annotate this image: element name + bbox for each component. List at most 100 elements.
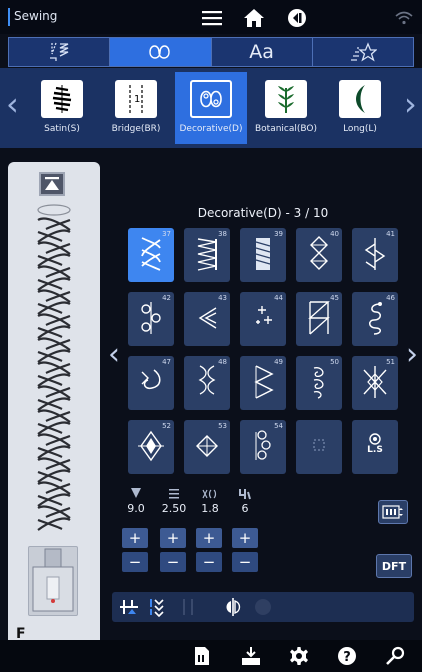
thread-settings-button[interactable] bbox=[378, 500, 408, 524]
stitch-cell[interactable]: 44 bbox=[240, 292, 286, 346]
grid-next-page-icon[interactable]: › bbox=[406, 340, 418, 370]
braid-link bbox=[37, 481, 71, 495]
braid-stitch-preview[interactable] bbox=[32, 204, 76, 536]
chevron-right-icon[interactable]: › bbox=[404, 88, 417, 120]
stitch-cell[interactable]: 51 bbox=[352, 356, 398, 410]
stitch-cell[interactable]: 48 bbox=[184, 356, 230, 410]
stitch-cell[interactable]: 40 bbox=[296, 228, 342, 282]
needle-position-icon[interactable] bbox=[118, 597, 140, 617]
my-stitch-icon bbox=[350, 42, 377, 62]
stitch-cell[interactable]: 38 bbox=[184, 228, 230, 282]
tab-my-stitches[interactable] bbox=[313, 38, 413, 66]
braid-link bbox=[37, 289, 71, 303]
stitch-cell[interactable]: 43 bbox=[184, 292, 230, 346]
stitch-length-plus-button[interactable]: + bbox=[160, 528, 186, 548]
category-tabs: Aa bbox=[8, 37, 414, 67]
stitch-tool-row bbox=[112, 592, 414, 622]
arrow-feather-stitch-icon bbox=[364, 238, 386, 270]
arrow-left-stitch-icon bbox=[198, 307, 217, 329]
stitch-width-minus-button[interactable]: − bbox=[122, 552, 148, 572]
tension-minus-button[interactable]: − bbox=[232, 552, 258, 572]
braid-link bbox=[37, 517, 71, 531]
help-icon[interactable]: ? bbox=[336, 646, 358, 666]
stitch-width-plus-button[interactable]: + bbox=[122, 528, 148, 548]
stitch-length-value: 2.50 bbox=[161, 502, 187, 515]
braid-link bbox=[37, 217, 71, 231]
braid-link bbox=[37, 265, 71, 279]
braid-link bbox=[37, 325, 71, 339]
svg-text:?: ? bbox=[343, 650, 351, 665]
stitch-cell[interactable]: 42 bbox=[128, 292, 174, 346]
braid-link bbox=[37, 301, 71, 315]
stitch-cell[interactable]: L.S bbox=[352, 420, 398, 474]
stitch-cell[interactable]: 50 bbox=[296, 356, 342, 410]
braid-link bbox=[37, 505, 71, 519]
braid-link bbox=[37, 397, 71, 411]
bottom-bar: ? bbox=[0, 640, 422, 672]
stitch-density-minus-button[interactable]: − bbox=[196, 552, 222, 572]
braid-link bbox=[37, 421, 71, 435]
tension-plus-button[interactable]: + bbox=[232, 528, 258, 548]
stitch-width-value: 9.0 bbox=[127, 502, 145, 515]
top-bar: Sewing bbox=[0, 0, 422, 34]
braid-link bbox=[37, 373, 71, 387]
subcat-botanical[interactable]: Botanical(BO) bbox=[250, 72, 322, 144]
tension-value: 6 bbox=[241, 502, 249, 515]
alphabet-label: Aa bbox=[249, 41, 274, 63]
braid-link bbox=[37, 385, 71, 399]
stitch-cell[interactable]: 41 bbox=[352, 228, 398, 282]
tab-alphabet[interactable]: Aa bbox=[212, 38, 313, 66]
stitch-density-plus-button[interactable]: + bbox=[196, 528, 222, 548]
sparkle-stitch-icon bbox=[256, 306, 272, 324]
tab-utility-stitches[interactable] bbox=[9, 38, 111, 66]
decorative-category-icon bbox=[190, 80, 232, 118]
tab-decorative-stitches[interactable] bbox=[110, 38, 212, 66]
stitch-cell[interactable]: 47 bbox=[128, 356, 174, 410]
wifi-icon bbox=[394, 8, 414, 28]
subcat-long[interactable]: Long(L) bbox=[324, 72, 396, 144]
stitch-preview-panel: F bbox=[8, 162, 100, 648]
back-icon[interactable] bbox=[286, 8, 308, 28]
memory-icon[interactable] bbox=[192, 646, 212, 666]
subcat-label: Satin(S) bbox=[44, 124, 80, 134]
wrench-icon[interactable] bbox=[384, 646, 406, 666]
stitch-cell[interactable]: 54 bbox=[240, 420, 286, 474]
scroll-stitch-icon bbox=[141, 302, 161, 334]
scroll-top-icon bbox=[45, 177, 59, 190]
braid-link bbox=[37, 349, 71, 363]
stitch-cell[interactable]: 46 bbox=[352, 292, 398, 346]
triple-curl-stitch-icon bbox=[255, 430, 271, 460]
stitch-cell[interactable]: 45 bbox=[296, 292, 342, 346]
download-icon[interactable] bbox=[240, 646, 262, 666]
settings-icon[interactable] bbox=[288, 646, 310, 666]
braid-link bbox=[37, 445, 71, 459]
braid-link bbox=[37, 361, 71, 375]
braid-link bbox=[37, 241, 71, 255]
menu-icon[interactable] bbox=[201, 8, 223, 28]
lozenge-stitch-icon bbox=[196, 435, 218, 457]
braid-link bbox=[37, 409, 71, 423]
flip-horizontal-icon[interactable] bbox=[222, 597, 244, 617]
stitch-length-minus-button[interactable]: − bbox=[160, 552, 186, 572]
stitch-cell[interactable]: 53 bbox=[184, 420, 230, 474]
subcat-decorative[interactable]: Decorative(D) bbox=[175, 72, 247, 144]
presser-foot-icon[interactable] bbox=[28, 546, 78, 616]
braid-link bbox=[37, 493, 71, 507]
thread-settings-icon bbox=[382, 505, 403, 519]
chevron-left-icon[interactable]: ‹ bbox=[6, 88, 19, 120]
scroll-to-top-button[interactable] bbox=[39, 172, 65, 196]
grid-prev-page-icon[interactable]: ‹ bbox=[108, 340, 120, 370]
stitch-cell[interactable]: 37 bbox=[128, 228, 174, 282]
stitch-mirror-icon[interactable] bbox=[148, 597, 170, 617]
braid-link bbox=[37, 313, 71, 327]
stitch-cell[interactable] bbox=[296, 420, 342, 474]
stitch-cell[interactable]: 49 bbox=[240, 356, 286, 410]
subcat-label: Decorative(D) bbox=[179, 124, 243, 134]
default-settings-button[interactable]: DFT bbox=[376, 554, 412, 578]
home-icon[interactable] bbox=[243, 8, 265, 28]
stitch-cell[interactable]: 52 bbox=[128, 420, 174, 474]
satin-stitch-icon bbox=[41, 80, 83, 118]
subcat-bridge[interactable]: 1 Bridge(BR) bbox=[100, 72, 172, 144]
subcat-satin[interactable]: Satin(S) bbox=[26, 72, 98, 144]
stitch-cell[interactable]: 39 bbox=[240, 228, 286, 282]
